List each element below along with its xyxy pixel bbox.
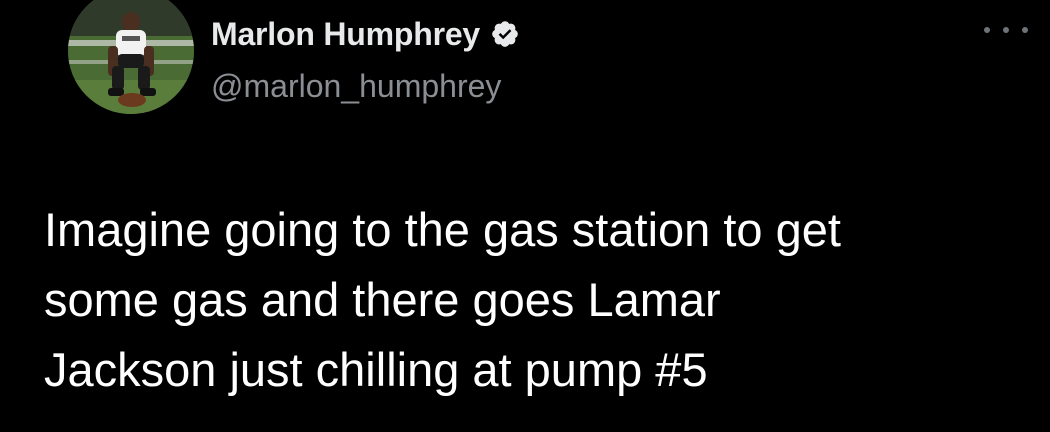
more-dot: [984, 27, 990, 33]
more-options-icon[interactable]: [984, 18, 1028, 42]
tweet-text: Imagine going to the gas station to get …: [44, 195, 1034, 405]
author-avatar[interactable]: [68, 0, 194, 114]
tweet-card: Marlon Humphrey @marlon_humphrey Imagine…: [0, 0, 1050, 432]
author-display-name[interactable]: Marlon Humphrey: [211, 16, 480, 53]
author-handle[interactable]: @marlon_humphrey: [211, 68, 501, 105]
author-name-row: Marlon Humphrey: [211, 14, 520, 54]
verified-badge-icon: [490, 19, 520, 49]
more-dot: [1003, 27, 1009, 33]
tweet-text-line: some gas and there goes Lamar: [44, 273, 721, 326]
avatar-photo: [68, 0, 194, 114]
tweet-text-line: Jackson just chilling at pump #5: [44, 343, 708, 396]
more-dot: [1022, 27, 1028, 33]
tweet-text-line: Imagine going to the gas station to get: [44, 203, 841, 256]
